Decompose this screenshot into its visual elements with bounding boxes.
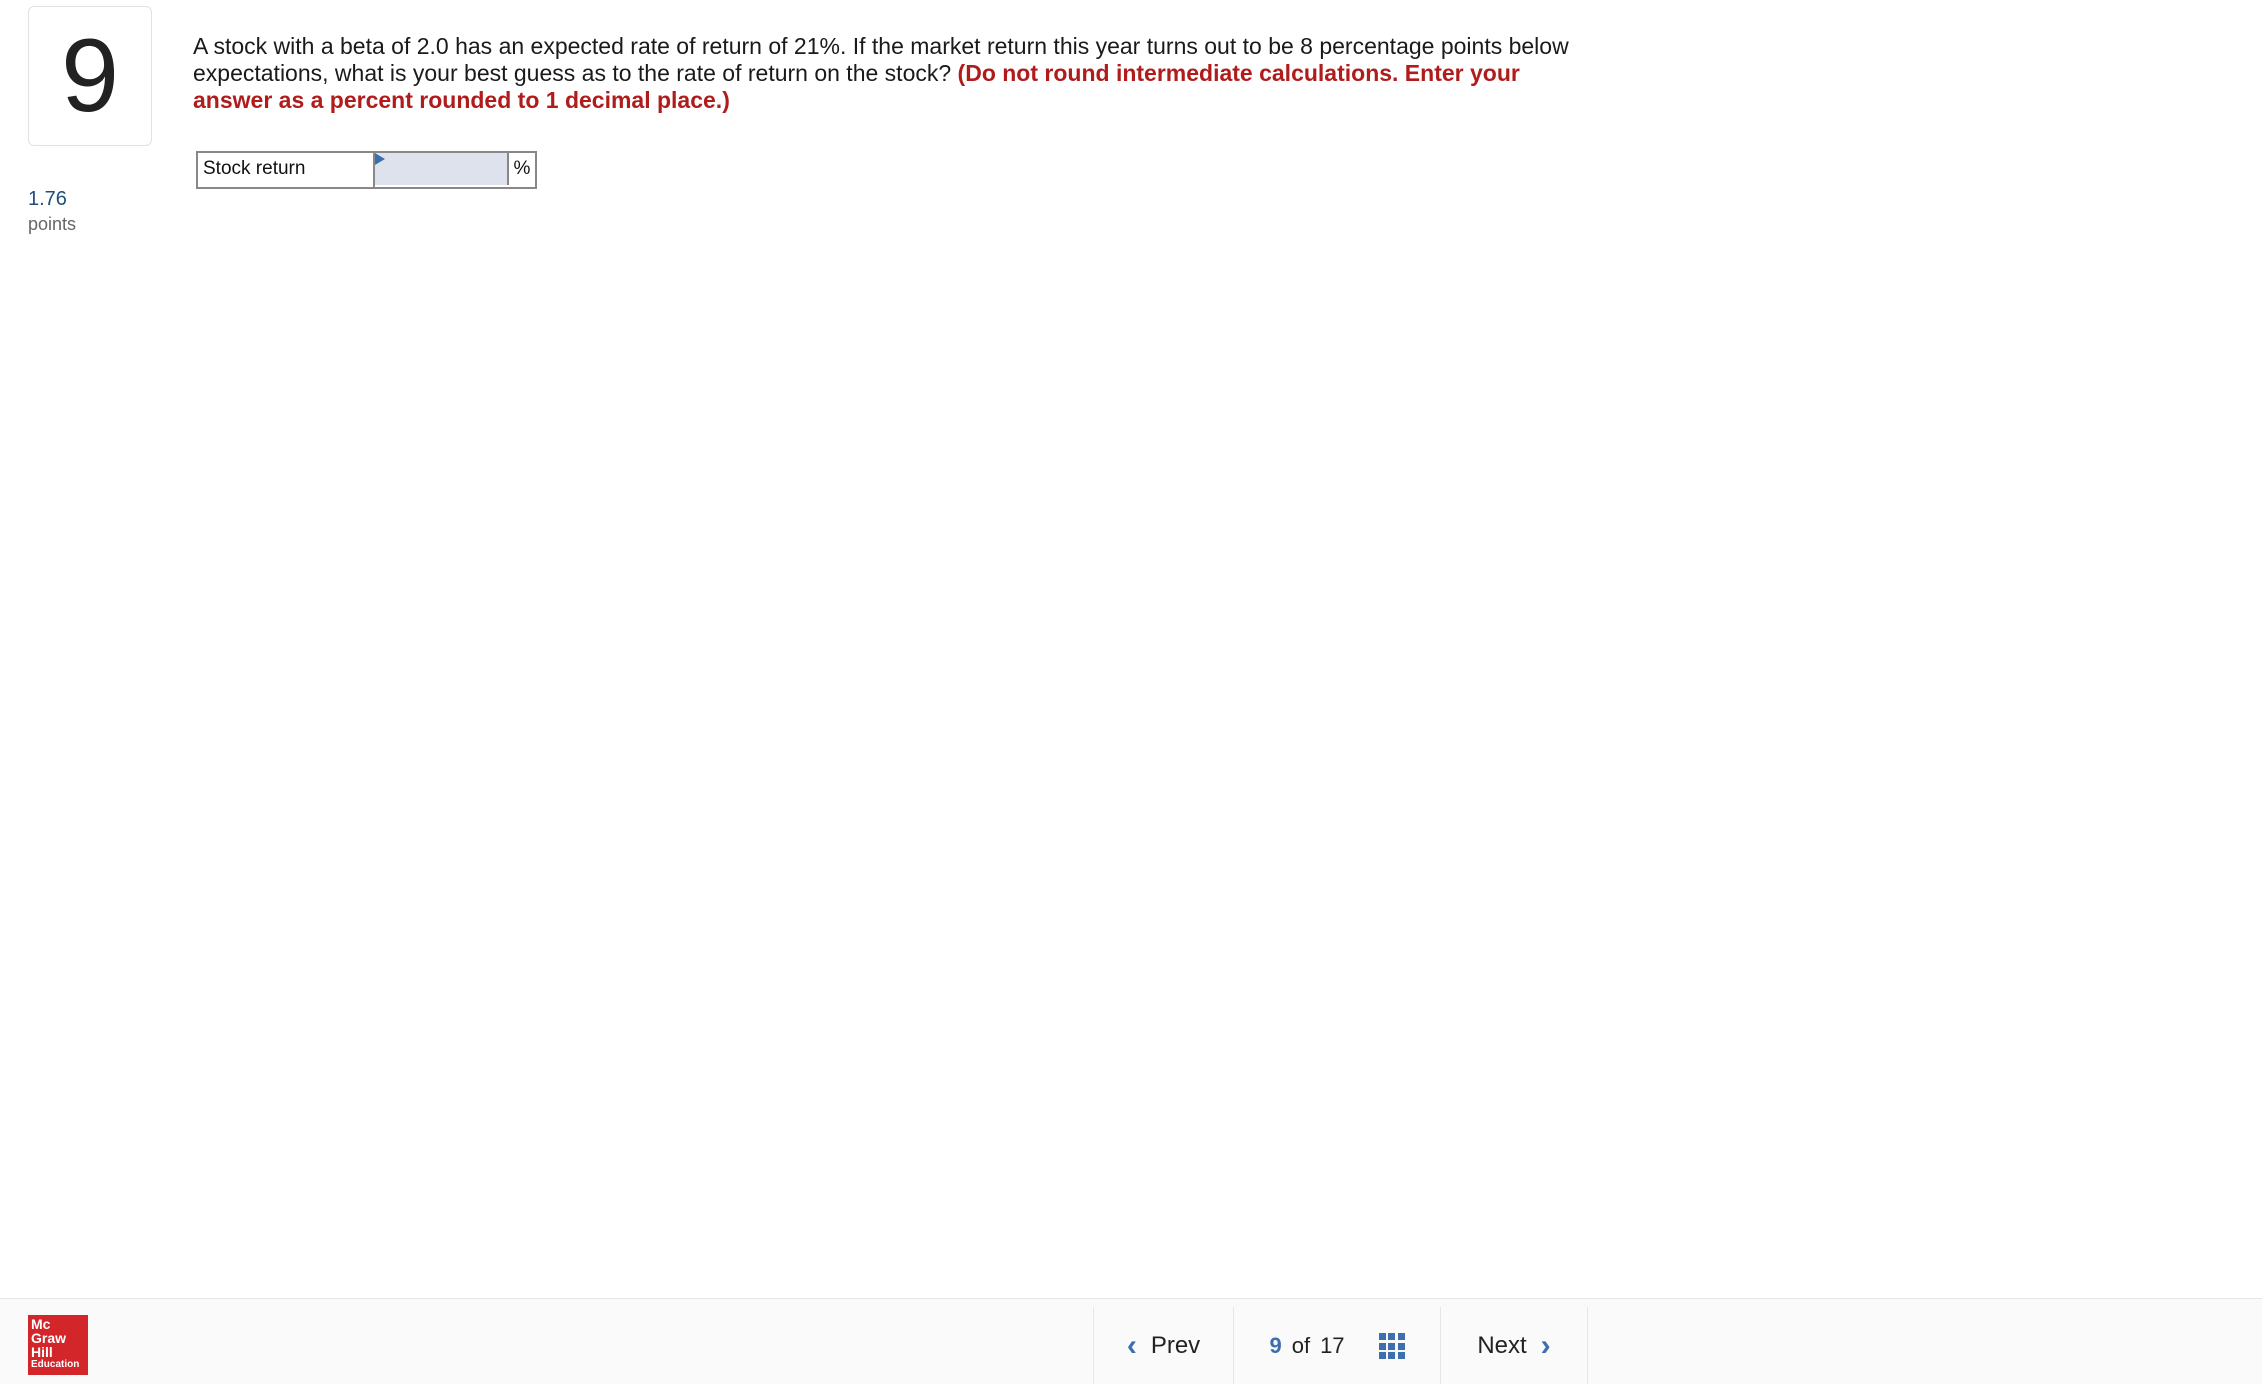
answer-unit: % — [513, 158, 531, 179]
logo-line-3: Hill — [31, 1344, 53, 1360]
answer-table: Stock return % — [196, 151, 537, 189]
answer-input-cell — [375, 153, 509, 185]
chevron-right-icon: › — [1540, 1329, 1551, 1362]
next-button[interactable]: Next › — [1440, 1307, 1588, 1384]
current-question: 9 — [1269, 1333, 1282, 1358]
question-number: 9 — [28, 6, 152, 146]
points-label: points — [28, 214, 77, 234]
logo-line-4: Education — [31, 1359, 80, 1370]
mcgraw-hill-logo: Mc Graw Hill Education — [28, 1315, 88, 1375]
answer-label: Stock return — [198, 153, 375, 187]
points-value: 1.76 — [28, 188, 67, 210]
of-word: of — [1291, 1333, 1311, 1358]
next-label: Next — [1477, 1332, 1527, 1359]
question-counter: 9 of 17 — [1233, 1307, 1440, 1384]
total-questions: 17 — [1320, 1333, 1345, 1358]
flag-icon — [375, 153, 385, 165]
prev-button[interactable]: ‹ Prev — [1093, 1307, 1233, 1384]
grid-icon[interactable] — [1378, 1333, 1405, 1359]
question-text-block: A stock with a beta of 2.0 has an expect… — [193, 33, 1593, 114]
chevron-left-icon: ‹ — [1126, 1329, 1137, 1362]
stock-return-input[interactable] — [375, 153, 507, 185]
question-page: 9 1.76 points A stock with a beta of 2.0… — [0, 0, 2262, 1384]
prev-label: Prev — [1150, 1332, 1201, 1359]
bottom-navigation-bar: Mc Graw Hill Education ‹ Prev 9 of 17 Ne… — [0, 1298, 2262, 1384]
